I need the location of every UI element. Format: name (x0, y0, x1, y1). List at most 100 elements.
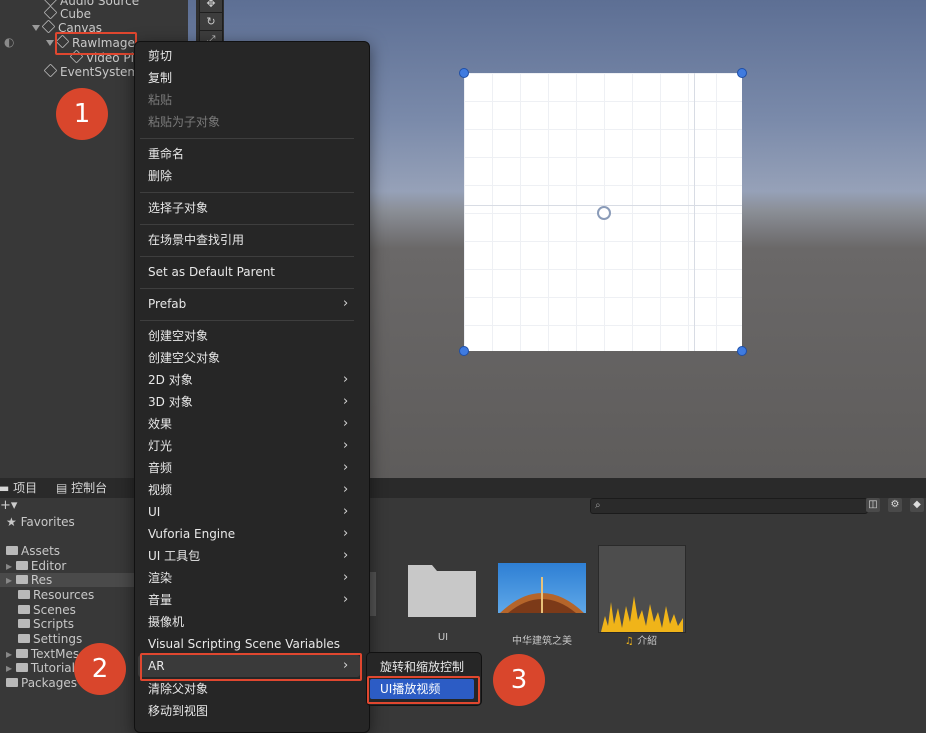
submenu-arrow-icon: › (343, 416, 349, 431)
folder-icon (6, 678, 18, 687)
submenu-arrow-icon: › (343, 296, 349, 311)
menu-item-vuforia-engine[interactable]: Vuforia Engine (148, 525, 235, 543)
menu-item-visual-scripting-scene-variables[interactable]: Visual Scripting Scene Variables (148, 635, 340, 653)
menu-item-move-to-view[interactable]: 移动到视图 (148, 702, 208, 720)
folder-icon: ▬ (0, 481, 10, 495)
hierarchy-item-eventsystem[interactable]: EventSystem (43, 63, 139, 79)
tab-project[interactable]: ▬ 项目 (0, 478, 37, 498)
folder-icon (15, 575, 28, 584)
menu-item-select-children[interactable]: 选择子对象 (148, 199, 208, 217)
tree-item-settings[interactable]: Settings (18, 632, 82, 646)
submenu-arrow-icon: › (343, 394, 349, 409)
folder-icon (15, 649, 28, 658)
menu-item-rendering[interactable]: 渲染 (148, 569, 172, 587)
menu-item-copy[interactable]: 复制 (148, 69, 172, 87)
expand-arrow-icon[interactable]: ▸ (6, 661, 16, 675)
expand-arrow-icon[interactable]: ▸ (6, 559, 16, 573)
menu-item-find-references[interactable]: 在场景中查找引用 (148, 231, 244, 249)
tab-console[interactable]: ▤ 控制台 (56, 478, 107, 498)
music-note-icon: ♫ (624, 636, 638, 647)
label-tag-icon[interactable]: ◆ (910, 498, 924, 512)
menu-item-cut[interactable]: 剪切 (148, 47, 172, 65)
menu-separator (140, 320, 354, 321)
visibility-toggle-icon[interactable]: ◐ (4, 35, 14, 50)
tree-item-scenes[interactable]: Scenes (18, 603, 76, 617)
folder-icon (18, 634, 30, 643)
menu-item-paste[interactable]: 粘贴 (148, 91, 172, 109)
rotate-tool-icon[interactable]: ↻ (199, 12, 223, 32)
menu-item-create-empty[interactable]: 创建空对象 (148, 327, 208, 345)
add-dropdown-icon[interactable]: +▾ (0, 498, 17, 513)
submenu-arrow-icon: › (343, 438, 349, 453)
menu-item-camera[interactable]: 摄像机 (148, 613, 184, 631)
gameobject-icon (43, 5, 58, 20)
star-icon: ★ (6, 515, 21, 529)
submenu-arrow-icon: › (343, 526, 349, 541)
menu-separator (140, 192, 354, 193)
menu-item-prefab[interactable]: Prefab (148, 295, 186, 313)
menu-item-3d-object[interactable]: 3D 对象 (148, 393, 193, 411)
filter-icon[interactable]: ⚙ (888, 498, 902, 512)
resize-handle-bottom-right[interactable] (737, 346, 747, 356)
resize-handle-top-right[interactable] (737, 68, 747, 78)
gameobject-icon (43, 63, 58, 78)
step-badge-2: 2 (74, 643, 126, 695)
submenu-arrow-icon: › (343, 592, 349, 607)
menu-item-volume[interactable]: 音量 (148, 591, 172, 609)
asset-label-intro: ♫ 介紹 (624, 636, 658, 647)
annotation-box-ui-play-video (367, 676, 480, 704)
menu-item-audio[interactable]: 音频 (148, 459, 172, 477)
submenu-arrow-icon: › (343, 482, 349, 497)
submenu-arrow-icon: › (343, 460, 349, 475)
asset-folder-ui[interactable] (408, 545, 494, 631)
folder-icon (18, 590, 30, 599)
menu-item-effects[interactable]: 效果 (148, 415, 172, 433)
gameobject-icon (41, 19, 56, 34)
tree-item-res[interactable]: ▸ Res (0, 573, 138, 587)
step-badge-3: 3 (493, 654, 545, 706)
expand-triangle-icon[interactable] (32, 25, 40, 31)
menu-item-rename[interactable]: 重命名 (148, 145, 184, 163)
menu-item-set-default-parent[interactable]: Set as Default Parent (148, 263, 275, 281)
search-by-type-icon[interactable]: ◫ (866, 498, 880, 512)
menu-item-clear-parent[interactable]: 清除父对象 (148, 680, 208, 698)
expand-triangle-icon[interactable] (46, 40, 54, 46)
tree-item-tutorial[interactable]: ▸ Tutorial (6, 661, 75, 675)
hierarchy-item-cube[interactable]: Cube (43, 5, 91, 21)
tree-item-textmeshpro[interactable]: ▸ TextMes (6, 647, 79, 661)
menu-item-ui-toolkit[interactable]: UI 工具包 (148, 547, 200, 565)
tree-item-editor[interactable]: ▸ Editor (6, 559, 66, 573)
resize-handle-top-left[interactable] (459, 68, 469, 78)
expand-arrow-icon[interactable]: ▸ (6, 573, 16, 587)
menu-item-create-empty-parent[interactable]: 创建空父对象 (148, 349, 220, 367)
asset-texture-architecture[interactable] (498, 563, 586, 613)
favorites-header[interactable]: ★ Favorites (6, 515, 75, 529)
menu-item-ui[interactable]: UI (148, 503, 160, 521)
step-badge-1: 1 (56, 88, 108, 140)
expand-arrow-icon[interactable]: ▸ (6, 647, 16, 661)
menu-item-2d-object[interactable]: 2D 对象 (148, 371, 193, 389)
tree-item-assets[interactable]: Assets (6, 544, 60, 558)
folder-icon (18, 605, 30, 614)
submenu-arrow-icon: › (343, 548, 349, 563)
asset-audio-intro[interactable] (598, 545, 686, 633)
menu-separator (140, 138, 354, 139)
resize-handle-bottom-left[interactable] (459, 346, 469, 356)
menu-item-light[interactable]: 灯光 (148, 437, 172, 455)
menu-separator (140, 224, 354, 225)
audio-waveform-icon (601, 596, 683, 632)
tree-item-resources[interactable]: Resources (18, 588, 94, 602)
menu-item-video[interactable]: 视频 (148, 481, 172, 499)
console-icon: ▤ (56, 481, 72, 495)
tree-item-scripts[interactable]: Scripts (18, 617, 74, 631)
asset-label-architecture: 中华建筑之美 (512, 636, 572, 647)
folder-icon (15, 663, 28, 672)
menu-item-paste-as-child[interactable]: 粘贴为子对象 (148, 113, 220, 131)
submenu-item-rotate-scale-control[interactable]: 旋转和缩放控制 (380, 658, 464, 676)
tree-item-packages[interactable]: Packages (6, 676, 77, 690)
menu-item-delete[interactable]: 删除 (148, 167, 172, 185)
annotation-box-ar (140, 653, 362, 681)
project-search-input[interactable]: ⌕ (590, 498, 868, 514)
pivot-handle[interactable] (597, 206, 611, 220)
folder-icon (408, 565, 476, 617)
